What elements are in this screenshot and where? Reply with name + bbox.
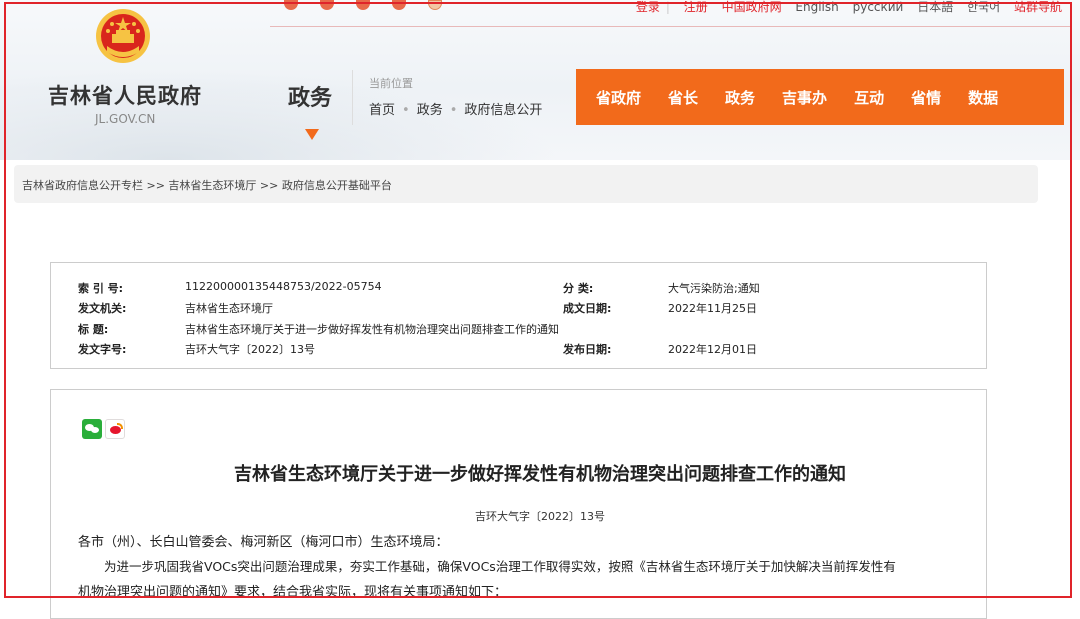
nav-item-governor[interactable]: 省长 [668, 87, 698, 108]
nav-item-interaction[interactable]: 互动 [854, 87, 884, 108]
register-link[interactable]: 注册 [684, 0, 708, 14]
meta-issuer-value: 吉林省生态环境厅 [185, 302, 273, 315]
crumb-dot: • [449, 103, 458, 118]
site-group-nav-link[interactable]: 站群导航 [1014, 0, 1062, 14]
meta-issuer-label: 发文机关: [78, 302, 127, 315]
header-divider [352, 70, 353, 125]
article-paragraph-line2: 机物治理突出问题的通知》要求，结合我省实际，现将有关事项通知如下： [78, 585, 508, 600]
meta-title-value: 吉林省生态环境厅关于进一步做好挥发性有机物治理突出问题排查工作的通知 [185, 323, 559, 336]
top-links: 登录 | 注册 中国政府网 English русский 日本語 한국어 站群导… [626, 0, 1062, 14]
japanese-link[interactable]: 日本語 [917, 0, 953, 14]
meta-doc-no-value: 吉环大气字〔2022〕13号 [185, 343, 315, 356]
nav-item-affairs[interactable]: 政务 [725, 87, 755, 108]
meta-category-label: 分 类: [563, 282, 594, 295]
meta-doc-no-label: 发文字号: [78, 343, 127, 356]
wechat-share-icon[interactable] [82, 419, 102, 439]
crumb-affairs[interactable]: 政务 [417, 103, 443, 118]
national-emblem-icon[interactable] [95, 8, 151, 64]
meta-index-value: 112200000135448753/2022-05754 [185, 280, 382, 293]
breadcrumb[interactable]: 吉林省政府信息公开专栏 >> 吉林省生态环境厅 >> 政府信息公开基础平台 [22, 177, 392, 193]
share-buttons [82, 419, 125, 439]
nav-item-data[interactable]: 数据 [968, 87, 998, 108]
article-paragraph-line1: 为进一步巩固我省VOCs突出问题治理成果，夯实工作基础，确保VOCs治理工作取得… [104, 559, 896, 574]
avatar-icon[interactable] [428, 0, 442, 10]
top-icon-group [284, 0, 442, 10]
russian-link[interactable]: русский [853, 0, 904, 14]
location-label: 当前位置 [369, 77, 413, 90]
meta-index-label: 索 引 号: [78, 282, 124, 295]
section-title: 政务 [288, 86, 333, 111]
accessibility-icon[interactable] [392, 0, 406, 10]
mobile-icon[interactable] [356, 0, 370, 10]
article-title: 吉林省生态环境厅关于进一步做好挥发性有机物治理突出问题排查工作的通知 [234, 464, 846, 485]
section-arrow-icon [305, 129, 319, 140]
document-meta-table: 索 引 号: 112200000135448753/2022-05754 分 类… [50, 262, 987, 369]
meta-pub-date-value: 2022年12月01日 [668, 343, 757, 356]
weibo-icon[interactable] [284, 0, 298, 10]
meta-date-written-label: 成文日期: [563, 302, 612, 315]
meta-category-value: 大气污染防治;通知 [668, 282, 760, 295]
crumb-dot: • [402, 103, 410, 118]
weibo-icon-2[interactable] [320, 0, 334, 10]
site-domain: JL.GOV.CN [95, 112, 156, 126]
main-nav: 省政府 省长 政务 吉事办 互动 省情 数据 [576, 69, 1064, 125]
article-recipients: 各市（州）、长白山管委会、梅河新区（梅河口市）生态环境局： [78, 535, 449, 550]
weibo-share-icon[interactable] [105, 419, 125, 439]
site-name[interactable]: 吉林省人民政府 [48, 80, 202, 110]
login-link[interactable]: 登录 [636, 0, 660, 14]
crumb-info-public[interactable]: 政府信息公开 [464, 103, 542, 118]
english-link[interactable]: English [795, 0, 838, 14]
nav-item-province-gov[interactable]: 省政府 [596, 87, 641, 108]
meta-title-label: 标 题: [78, 323, 109, 336]
korean-link[interactable]: 한국어 [967, 0, 1000, 14]
meta-date-written-value: 2022年11月25日 [668, 302, 757, 315]
gov-cn-link[interactable]: 中国政府网 [722, 0, 782, 14]
nav-item-jishiban[interactable]: 吉事办 [782, 87, 827, 108]
meta-pub-date-label: 发布日期: [563, 343, 612, 356]
location-breadcrumb: 首页 • 政务 • 政府信息公开 [369, 99, 542, 118]
nav-item-province-info[interactable]: 省情 [911, 87, 941, 108]
separator: | [665, 0, 670, 14]
crumb-home[interactable]: 首页 [369, 103, 395, 118]
article-doc-number: 吉环大气字〔2022〕13号 [475, 510, 605, 523]
